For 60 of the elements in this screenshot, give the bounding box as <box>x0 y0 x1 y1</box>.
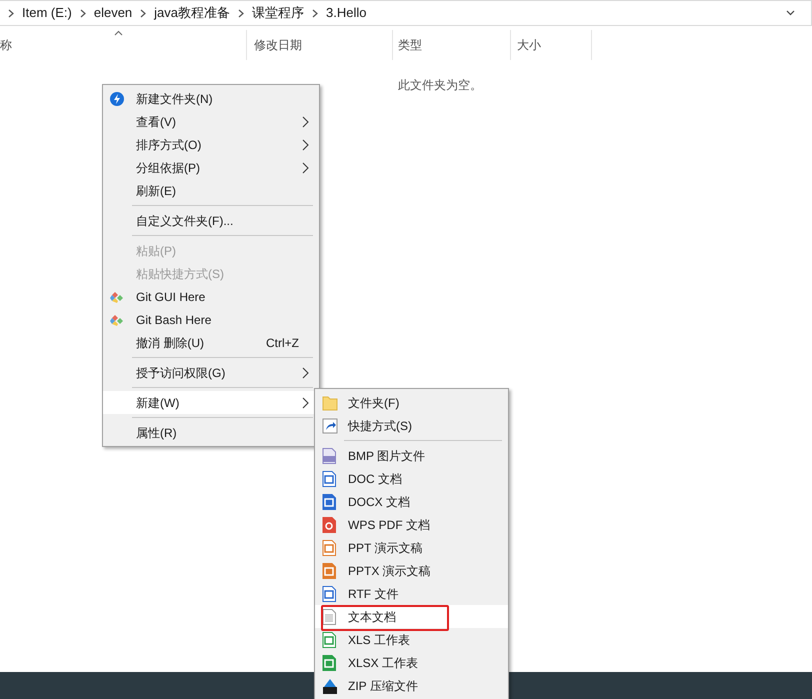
menu-item[interactable]: XLS 工作表 <box>315 628 508 651</box>
image-file-icon <box>322 448 336 464</box>
breadcrumb-item[interactable]: 课堂程序 <box>252 3 304 23</box>
menu-item[interactable]: XLSX 工作表 <box>315 651 508 674</box>
chevron-right-icon <box>302 366 309 378</box>
chevron-right-icon <box>302 116 309 128</box>
menu-item[interactable]: ZIP 压缩文件 <box>315 674 508 697</box>
column-header[interactable]: 类型 <box>392 30 511 60</box>
empty-folder-message: 此文件夹为空。 <box>398 77 482 94</box>
menu-item[interactable]: 分组依据(P) <box>103 156 319 179</box>
text-file-icon <box>322 608 336 624</box>
menu-item[interactable]: 文本文档 <box>315 605 508 628</box>
menu-item[interactable]: DOCX 文档 <box>315 490 508 513</box>
chevron-right-icon <box>302 396 309 408</box>
menu-item[interactable]: PPT 演示文稿 <box>315 536 508 559</box>
spreadsheet-file-icon <box>322 632 336 648</box>
shortcut-text: Ctrl+Z <box>266 334 299 352</box>
folder-icon <box>322 394 338 410</box>
pdf-file-icon <box>322 516 336 532</box>
archive-file-icon <box>322 678 338 694</box>
breadcrumb-item[interactable]: Item (E:) <box>22 3 72 23</box>
chevron-icon[interactable] <box>140 8 146 18</box>
menu-item[interactable]: 撤消 删除(U) Ctrl+Z <box>103 331 319 354</box>
dropdown-icon[interactable] <box>786 10 795 16</box>
menu-item[interactable]: 排序方式(O) <box>103 133 319 156</box>
column-header[interactable]: 称 <box>0 30 247 60</box>
spreadsheet-file-icon <box>322 654 336 670</box>
breadcrumb-item[interactable]: 3.Hello <box>326 3 366 23</box>
document-icon <box>322 586 336 602</box>
menu-item[interactable]: 快捷方式(S) <box>315 414 508 437</box>
chevron-icon[interactable] <box>312 8 318 18</box>
slides-file-icon <box>322 562 336 578</box>
shield-icon <box>110 92 124 106</box>
menu-item[interactable]: WPS PDF 文档 <box>315 513 508 536</box>
chevron-right-icon <box>302 138 309 150</box>
column-header[interactable]: 大小 <box>511 30 592 60</box>
diamond-logo-icon <box>110 314 125 326</box>
menu-item[interactable]: Git GUI Here <box>103 285 319 308</box>
document-icon <box>322 494 336 510</box>
menu-item[interactable]: 自定义文件夹(F)... <box>103 209 319 232</box>
menu-item[interactable]: 查看(V) <box>103 110 319 133</box>
menu-item[interactable]: BMP 图片文件 <box>315 444 508 467</box>
menu-item[interactable]: DOC 文档 <box>315 467 508 490</box>
chevron-icon[interactable] <box>80 8 86 18</box>
address-bar[interactable]: Item (E:) eleven java教程准备 课堂程序 3.Hello <box>0 0 812 26</box>
menu-item[interactable]: 授予访问权限(G) <box>103 361 319 384</box>
menu-item[interactable]: Git Bash Here <box>103 308 319 331</box>
chevron-right-icon <box>302 162 309 174</box>
breadcrumb-item[interactable]: java教程准备 <box>154 3 230 23</box>
breadcrumb-item[interactable]: eleven <box>94 3 132 23</box>
document-icon <box>322 470 336 486</box>
menu-item[interactable]: 新建文件夹(N) <box>103 87 319 110</box>
chevron-icon[interactable] <box>238 8 244 18</box>
diamond-logo-icon <box>110 290 125 302</box>
menu-item[interactable]: PPTX 演示文稿 <box>315 559 508 582</box>
slides-file-icon <box>322 540 336 556</box>
column-header[interactable]: 修改日期 <box>248 30 393 60</box>
chevron-icon[interactable] <box>8 8 14 18</box>
menu-item[interactable]: RTF 文件 <box>315 582 508 605</box>
menu-item[interactable]: 刷新(E) <box>103 179 319 202</box>
